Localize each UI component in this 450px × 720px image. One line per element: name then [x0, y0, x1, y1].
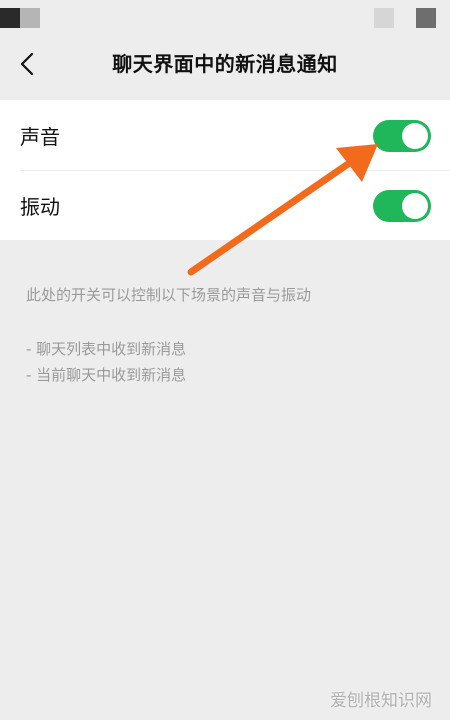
sound-toggle[interactable] [373, 120, 431, 152]
toggle-knob [402, 193, 428, 219]
hint-description: 此处的开关可以控制以下场景的声音与振动 [26, 286, 312, 304]
setting-row-vibrate: 振动 [0, 170, 450, 240]
status-bar [0, 0, 450, 36]
setting-label-vibrate: 振动 [20, 195, 60, 219]
scene-item-current-chat: - 当前聊天中收到新消息 [26, 366, 187, 384]
vibrate-toggle[interactable] [373, 190, 431, 222]
setting-label-sound: 声音 [20, 125, 60, 149]
scene-item-chat-list: - 聊天列表中收到新消息 [26, 340, 187, 358]
setting-row-sound: 声音 [0, 100, 450, 170]
blurred-status-icon [20, 8, 40, 28]
watermark: 爱刨根知识网 [330, 691, 432, 711]
blurred-status-icon [374, 8, 394, 28]
blurred-status-icon [0, 8, 20, 28]
page-title: 聊天界面中的新消息通知 [112, 52, 338, 76]
scene-list: - 聊天列表中收到新消息 - 当前聊天中收到新消息 [26, 336, 186, 388]
blurred-status-icon [416, 8, 436, 28]
toggle-knob [402, 123, 428, 149]
nav-bar: 聊天界面中的新消息通知 [0, 36, 450, 100]
settings-card: 声音 振动 [0, 100, 450, 240]
